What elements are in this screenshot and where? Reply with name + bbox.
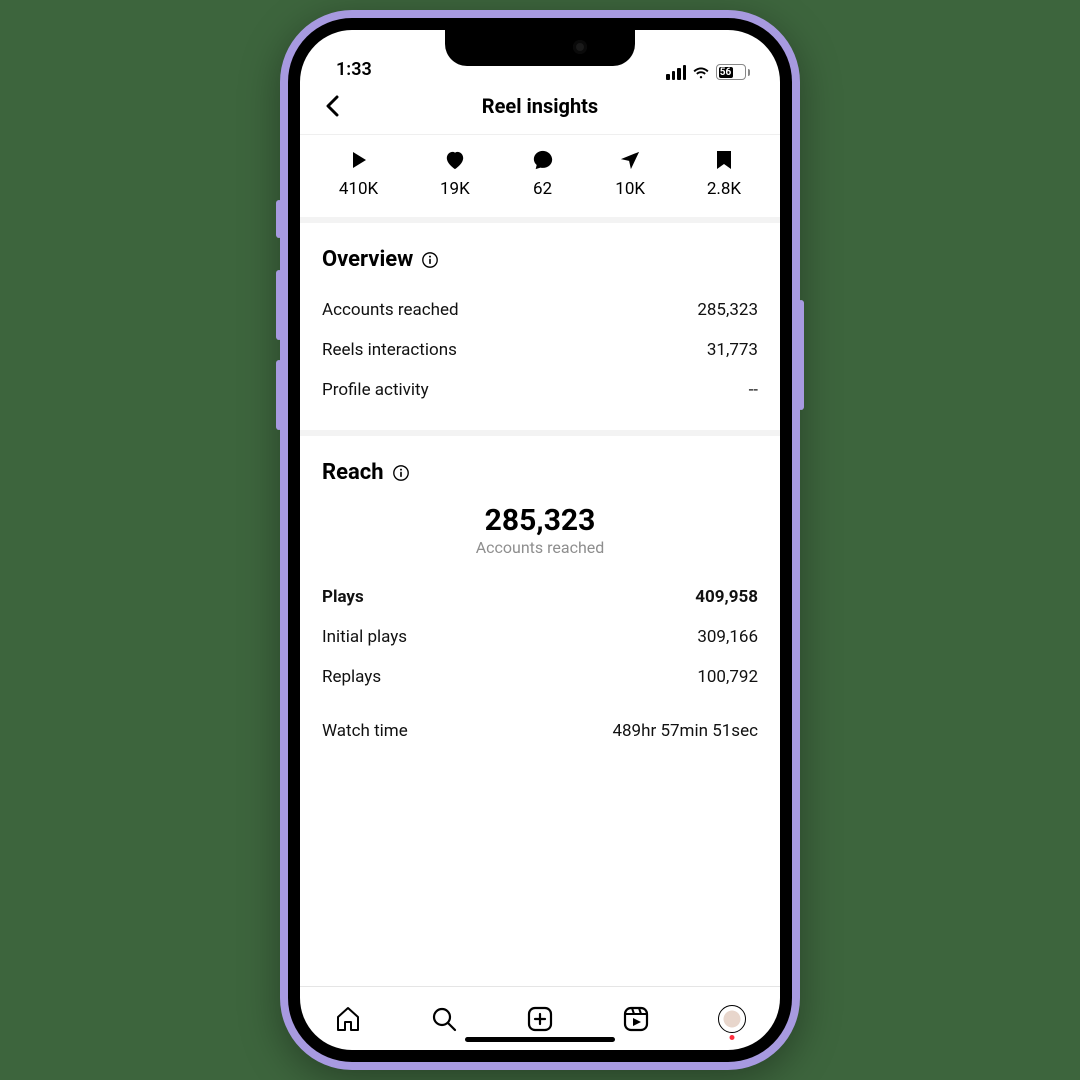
row-profile-activity[interactable]: Profile activity -- [322, 370, 758, 410]
stat-comments-value: 62 [533, 179, 552, 199]
reach-section: Reach 285,323 Accounts reached Plays 409… [300, 436, 780, 771]
nav-home[interactable] [333, 1004, 363, 1034]
reach-accounts-value: 285,323 [322, 503, 758, 538]
row-reels-interactions[interactable]: Reels interactions 31,773 [322, 330, 758, 370]
row-value: 409,958 [695, 587, 758, 607]
plus-square-icon [526, 1005, 554, 1033]
row-accounts-reached[interactable]: Accounts reached 285,323 [322, 290, 758, 330]
row-value: 489hr 57min 51sec [612, 721, 758, 741]
stat-saves[interactable]: 2.8K [707, 149, 741, 199]
row-value: -- [749, 380, 758, 400]
reach-accounts-label: Accounts reached [322, 538, 758, 557]
page-header: Reel insights [300, 84, 780, 135]
phone-frame: 1:33 56 Reel insights [280, 10, 800, 1070]
row-label: Reels interactions [322, 340, 457, 360]
row-replays: Replays 100,792 [322, 657, 758, 697]
stat-comments[interactable]: 62 [532, 149, 554, 199]
row-label: Initial plays [322, 627, 407, 647]
phone-mute-switch [276, 200, 282, 238]
row-value: 309,166 [697, 627, 758, 647]
row-value: 31,773 [707, 340, 758, 360]
nav-reels[interactable] [621, 1004, 651, 1034]
phone-power-button [798, 300, 804, 410]
page-title: Reel insights [300, 94, 780, 118]
avatar [718, 1005, 746, 1033]
phone-volume-down [276, 360, 282, 430]
row-label: Accounts reached [322, 300, 459, 320]
wifi-icon [692, 65, 710, 79]
stat-likes[interactable]: 19K [440, 149, 470, 199]
back-button[interactable] [318, 92, 346, 120]
bookmark-icon [715, 149, 733, 171]
chevron-left-icon [325, 95, 339, 117]
row-watch-time: Watch time 489hr 57min 51sec [322, 711, 758, 751]
row-label: Watch time [322, 721, 408, 741]
row-value: 285,323 [697, 300, 758, 320]
nav-create[interactable] [525, 1004, 555, 1034]
search-icon [430, 1005, 458, 1033]
stat-saves-value: 2.8K [707, 179, 741, 199]
row-plays-total: Plays 409,958 [322, 577, 758, 617]
stats-summary-row: 410K 19K 62 10K 2.8K [300, 135, 780, 223]
home-icon [334, 1005, 362, 1033]
stat-likes-value: 19K [440, 179, 470, 199]
row-label: Replays [322, 667, 381, 687]
stat-shares[interactable]: 10K [615, 149, 645, 199]
cellular-signal-icon [666, 65, 686, 80]
phone-volume-up [276, 270, 282, 340]
home-indicator[interactable] [465, 1037, 615, 1042]
row-value: 100,792 [697, 667, 758, 687]
notch [445, 30, 635, 66]
notification-dot [730, 1035, 735, 1040]
stat-shares-value: 10K [615, 179, 645, 199]
play-icon [349, 150, 369, 170]
battery-icon: 56 [716, 64, 750, 80]
row-label: Plays [322, 587, 364, 607]
screen: 1:33 56 Reel insights [300, 30, 780, 1050]
stat-plays-value: 410K [339, 179, 378, 199]
overview-section: Overview Accounts reached 285,323 Reels … [300, 223, 780, 436]
info-icon[interactable] [421, 251, 439, 269]
reels-icon [622, 1005, 650, 1033]
info-icon[interactable] [392, 464, 410, 482]
row-initial-plays: Initial plays 309,166 [322, 617, 758, 657]
row-label: Profile activity [322, 380, 429, 400]
nav-search[interactable] [429, 1004, 459, 1034]
reach-title: Reach [322, 460, 384, 485]
stat-plays[interactable]: 410K [339, 149, 378, 199]
share-icon [619, 150, 641, 170]
heart-icon [444, 150, 466, 170]
status-time: 1:33 [336, 59, 372, 80]
nav-profile[interactable] [717, 1004, 747, 1034]
comment-icon [532, 149, 554, 171]
overview-title: Overview [322, 247, 413, 272]
